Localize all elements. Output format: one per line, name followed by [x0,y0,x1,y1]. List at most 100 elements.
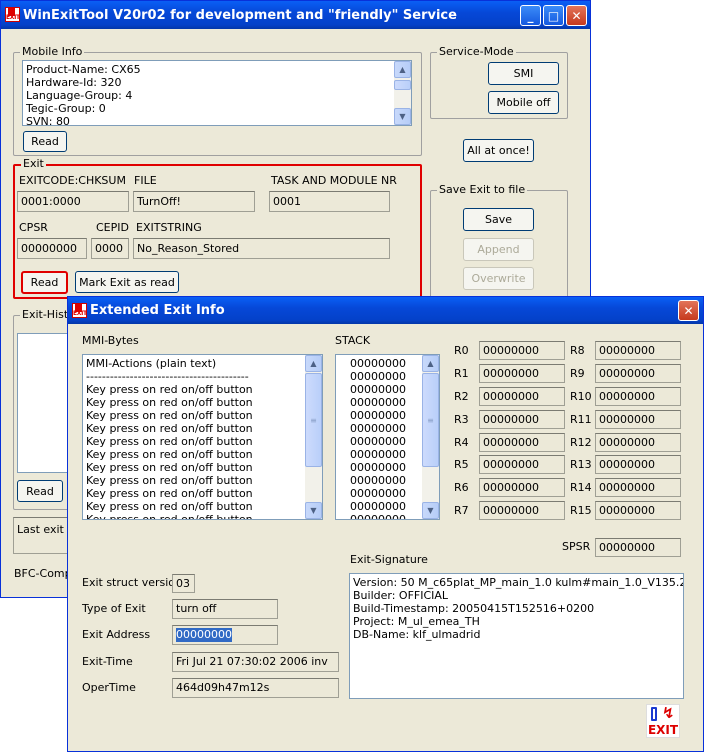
scroll-up-icon[interactable]: ▲ [305,355,322,372]
stack-list-item[interactable]: 00000000 [350,474,421,487]
mmi-list-item[interactable]: MMI-Actions (plain text) [86,357,304,370]
main-close-button[interactable]: ✕ [566,5,587,26]
signature-line[interactable]: DB-Name: klf_ulmadrid [353,628,680,641]
register-field-4-left[interactable]: 00000000 [479,433,565,452]
exit-signature-box[interactable]: Version: 50 M_c65plat_MP_main_1.0 kulm#m… [349,573,684,699]
mmi-list-item[interactable]: Key press on red on/off button [86,461,304,474]
scroll-thumb[interactable]: ≡ [305,373,322,467]
register-field-3-left[interactable]: 00000000 [479,410,565,429]
ext-titlebar[interactable]: EXIT Extended Exit Info [68,297,703,324]
stack-list-item[interactable]: 00000000 [350,461,421,474]
mmi-list-item[interactable]: Key press on red on/off button [86,383,304,396]
register-field-0-left[interactable]: 00000000 [479,341,565,360]
mark-exit-read-button[interactable]: Mark Exit as read [75,271,179,293]
task-module-field[interactable]: 0001 [269,191,390,212]
stack-list-item[interactable]: 00000000 [350,396,421,409]
main-titlebar[interactable]: EXIT WinExitTool V20r02 for development … [1,1,590,29]
exitcode-field[interactable]: 0001:0000 [17,191,129,212]
signature-line[interactable]: Project: M_ul_emea_TH [353,615,680,628]
register-field-5-left[interactable]: 00000000 [479,455,565,474]
stack-list-item[interactable]: 00000000 [350,435,421,448]
exit-address-field[interactable]: 00000000 [172,625,278,645]
exitstring-field[interactable]: No_Reason_Stored [133,238,390,259]
list-item[interactable]: SVN: 80 [26,115,393,125]
register-field-7-left[interactable]: 00000000 [479,501,565,520]
cpsr-field[interactable]: 00000000 [17,238,87,259]
mobile-info-read-button[interactable]: Read [23,131,67,152]
spsr-field[interactable]: 00000000 [595,538,681,557]
signature-line[interactable]: Builder: OFFICIAL [353,589,680,602]
minimize-button[interactable]: _ [520,5,541,26]
save-button[interactable]: Save [463,208,534,231]
mmi-list-item[interactable]: Key press on red on/off button [86,474,304,487]
mmi-list-item[interactable]: Key press on red on/off button [86,409,304,422]
list-item[interactable]: Hardware-Id: 320 [26,76,393,89]
mmi-list-item[interactable]: Key press on red on/off button [86,435,304,448]
smi-button[interactable]: SMI [488,62,559,85]
stack-scrollbar[interactable]: ▲ ≡ ▼ [422,355,439,519]
register-field-6-left[interactable]: 00000000 [479,478,565,497]
exit-history-read-button[interactable]: Read [17,480,63,502]
oper-time-field[interactable]: 464d09h47m12s [172,678,339,698]
maximize-button[interactable]: □ [543,5,564,26]
scroll-up-icon[interactable]: ▲ [394,61,411,78]
stack-list-item[interactable]: 00000000 [350,383,421,396]
mmi-list-item[interactable]: Key press on red on/off button [86,487,304,500]
register-field-1-left[interactable]: 00000000 [479,364,565,383]
stack-list-item[interactable]: 00000000 [350,357,421,370]
mmi-list-item[interactable]: Key press on red on/off button [86,448,304,461]
mmi-list-item[interactable]: Key press on red on/off button [86,422,304,435]
signature-line[interactable]: Build-Timestamp: 20050415T152516+0200 [353,602,680,615]
exit-read-button[interactable]: Read [21,271,68,294]
register-label-1-right: R9 [570,367,585,380]
register-field-2-left[interactable]: 00000000 [479,387,565,406]
scroll-down-icon[interactable]: ▼ [422,502,439,519]
scroll-up-icon[interactable]: ▲ [422,355,439,372]
stack-list-item[interactable]: 00000000 [350,513,421,519]
stack-list-item[interactable]: 00000000 [350,448,421,461]
stack-list[interactable]: 00000000 00000000 00000000 00000000 00000000… [335,354,440,520]
mmi-list-item[interactable]: Key press on red on/off button [86,396,304,409]
mobile-off-button[interactable]: Mobile off [488,91,559,114]
stack-list-item[interactable]: 00000000 [350,409,421,422]
scroll-thumb[interactable] [394,80,411,90]
stack-list-item[interactable]: 00000000 [350,370,421,383]
exit-time-field[interactable]: Fri Jul 21 07:30:02 2006 inv [172,652,339,672]
list-item[interactable]: Product-Name: CX65 [26,63,393,76]
type-of-exit-field[interactable]: turn off [172,599,278,619]
cepid-field[interactable]: 0000 [91,238,129,259]
register-field-6-right[interactable]: 00000000 [595,478,681,497]
register-field-2-right[interactable]: 00000000 [595,387,681,406]
register-field-3-right[interactable]: 00000000 [595,410,681,429]
register-field-7-right[interactable]: 00000000 [595,501,681,520]
mmi-list-item[interactable]: ----------------------------------------… [86,370,304,383]
all-at-once-button[interactable]: All at once! [463,139,534,162]
mobile-info-scrollbar[interactable]: ▲ ▼ [394,61,411,125]
mmi-bytes-list[interactable]: MMI-Actions (plain text) ----------------… [82,354,323,520]
exit-struct-version-field[interactable]: 03 [172,574,195,593]
exit-address-label: Exit Address [82,628,151,641]
register-field-5-right[interactable]: 00000000 [595,455,681,474]
file-field[interactable]: TurnOff! [133,191,255,212]
mmi-list-item[interactable]: Key press on red on/off button [86,513,304,519]
append-button[interactable]: Append [463,238,534,261]
scroll-down-icon[interactable]: ▼ [305,502,322,519]
register-field-4-right[interactable]: 00000000 [595,433,681,452]
mmi-list-item[interactable]: Key press on red on/off button [86,500,304,513]
list-item[interactable]: Tegic-Group: 0 [26,102,393,115]
stack-list-item[interactable]: 00000000 [350,487,421,500]
register-field-1-right[interactable]: 00000000 [595,364,681,383]
register-field-0-right[interactable]: 00000000 [595,341,681,360]
overwrite-button[interactable]: Overwrite [463,267,534,290]
mobile-info-list[interactable]: Product-Name: CX65 Hardware-Id: 320 Langua… [22,60,412,126]
signature-line[interactable]: Version: 50 M_c65plat_MP_main_1.0 kulm#m… [353,576,683,589]
scroll-down-icon[interactable]: ▼ [394,108,411,125]
mmi-scrollbar[interactable]: ▲ ≡ ▼ [305,355,322,519]
list-item[interactable]: Language-Group: 4 [26,89,393,102]
scroll-thumb[interactable]: ≡ [422,373,439,467]
ext-close-button[interactable]: ✕ [678,300,699,321]
stack-list-item[interactable]: 00000000 [350,500,421,513]
stack-list-item[interactable]: 00000000 [350,422,421,435]
main-window-title: WinExitTool V20r02 for development and "… [23,7,457,23]
register-label-6-left: R6 [454,481,469,494]
